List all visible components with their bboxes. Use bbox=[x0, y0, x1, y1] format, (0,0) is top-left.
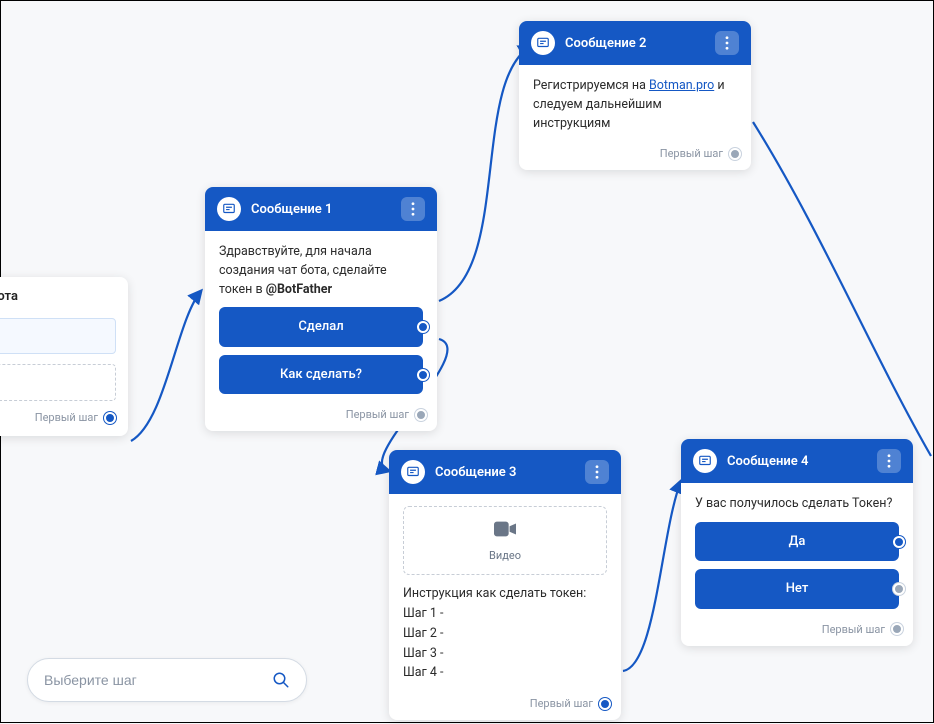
start-trigger-box[interactable]: пку "Старт" bbox=[0, 318, 116, 354]
search-icon bbox=[272, 671, 290, 689]
message-icon bbox=[217, 197, 241, 221]
node-title: Сообщение 4 bbox=[727, 454, 867, 469]
video-icon bbox=[494, 521, 516, 537]
button-label: Да bbox=[789, 534, 806, 549]
output-port[interactable] bbox=[893, 536, 905, 548]
node-message-3[interactable]: Сообщение 3 Видео Инструкция как сделать… bbox=[389, 450, 621, 720]
node-title: Сообщение 2 bbox=[565, 36, 705, 51]
body-link[interactable]: Botman.pro bbox=[649, 78, 714, 93]
step-item: Шаг 1 - bbox=[403, 605, 607, 624]
search-input[interactable] bbox=[44, 672, 272, 688]
node-message-4[interactable]: Сообщение 4 У вас получилось сделать Ток… bbox=[681, 439, 913, 646]
output-port[interactable] bbox=[729, 148, 741, 160]
node-body: Здравствуйте, для начала создания чат бо… bbox=[205, 231, 437, 402]
output-port[interactable] bbox=[891, 623, 903, 635]
body-text: У вас получилось сделать Токен? bbox=[695, 496, 892, 511]
button-label: Сделал bbox=[298, 319, 343, 334]
output-port[interactable] bbox=[417, 369, 429, 381]
node-body: У вас получилось сделать Токен? Да Нет bbox=[681, 483, 913, 617]
body-bold: @BotFather bbox=[266, 282, 332, 297]
node-title: Сообщение 1 bbox=[251, 202, 391, 217]
output-port[interactable] bbox=[599, 698, 611, 710]
instruction-title: Инструкция как сделать токен: bbox=[403, 585, 607, 604]
node-footer: Первый шаг bbox=[519, 141, 751, 170]
action-button-no[interactable]: Нет bbox=[695, 569, 899, 609]
media-label: Видео bbox=[412, 548, 598, 565]
step-item: Шаг 3 - bbox=[403, 645, 607, 664]
video-placeholder[interactable]: Видео bbox=[403, 506, 607, 575]
footer-label: Первый шаг bbox=[822, 623, 885, 636]
footer-label: Первый шаг bbox=[35, 411, 98, 424]
footer-label: Первый шаг bbox=[346, 408, 409, 421]
button-label: Нет bbox=[786, 581, 809, 596]
node-title-fragment: а вашего чат бота bbox=[0, 289, 116, 304]
footer-label: Первый шаг bbox=[530, 697, 593, 710]
steps-list: Шаг 1 - Шаг 2 - Шаг 3 - Шаг 4 - bbox=[403, 605, 607, 683]
step-item: Шаг 4 - bbox=[403, 664, 607, 683]
output-port[interactable] bbox=[415, 409, 427, 421]
node-footer: Первый шаг bbox=[681, 617, 913, 646]
step-item: Шаг 2 - bbox=[403, 625, 607, 644]
message-icon bbox=[531, 31, 555, 55]
node-menu-button[interactable] bbox=[401, 197, 425, 221]
trigger-node-partial[interactable]: а вашего чат бота пку "Старт" триггер + … bbox=[0, 277, 128, 436]
node-header: Сообщение 3 bbox=[389, 450, 621, 494]
node-header: Сообщение 2 bbox=[519, 21, 751, 65]
body-prefix: Регистрируемся на bbox=[533, 78, 649, 93]
action-button-yes[interactable]: Да bbox=[695, 522, 899, 562]
node-body: Видео Инструкция как сделать токен: Шаг … bbox=[389, 494, 621, 691]
node-header: Сообщение 4 bbox=[681, 439, 913, 483]
action-button-howto[interactable]: Как сделать? bbox=[219, 355, 423, 395]
add-trigger-box[interactable]: триггер + bbox=[0, 364, 116, 401]
output-port[interactable] bbox=[893, 583, 905, 595]
message-icon bbox=[693, 449, 717, 473]
footer-label: Первый шаг bbox=[660, 147, 723, 160]
node-message-2[interactable]: Сообщение 2 Регистрируемся на Botman.pro… bbox=[519, 21, 751, 170]
button-label: Как сделать? bbox=[280, 367, 362, 382]
node-header: Сообщение 1 bbox=[205, 187, 437, 231]
step-search[interactable] bbox=[27, 658, 307, 702]
node-body: Регистрируемся на Botman.pro и следуем д… bbox=[519, 65, 751, 141]
action-button-done[interactable]: Сделал bbox=[219, 307, 423, 347]
node-menu-button[interactable] bbox=[715, 31, 739, 55]
node-footer: Первый шаг bbox=[389, 691, 621, 720]
output-port[interactable] bbox=[417, 321, 429, 333]
message-icon bbox=[401, 460, 425, 484]
node-title: Сообщение 3 bbox=[435, 465, 575, 480]
node-message-1[interactable]: Сообщение 1 Здравствуйте, для начала соз… bbox=[205, 187, 437, 431]
node-menu-button[interactable] bbox=[585, 460, 609, 484]
flow-canvas[interactable]: а вашего чат бота пку "Старт" триггер + … bbox=[1, 1, 933, 722]
node-footer: Первый шаг bbox=[205, 402, 437, 431]
node-menu-button[interactable] bbox=[877, 449, 901, 473]
output-port[interactable] bbox=[104, 412, 116, 424]
